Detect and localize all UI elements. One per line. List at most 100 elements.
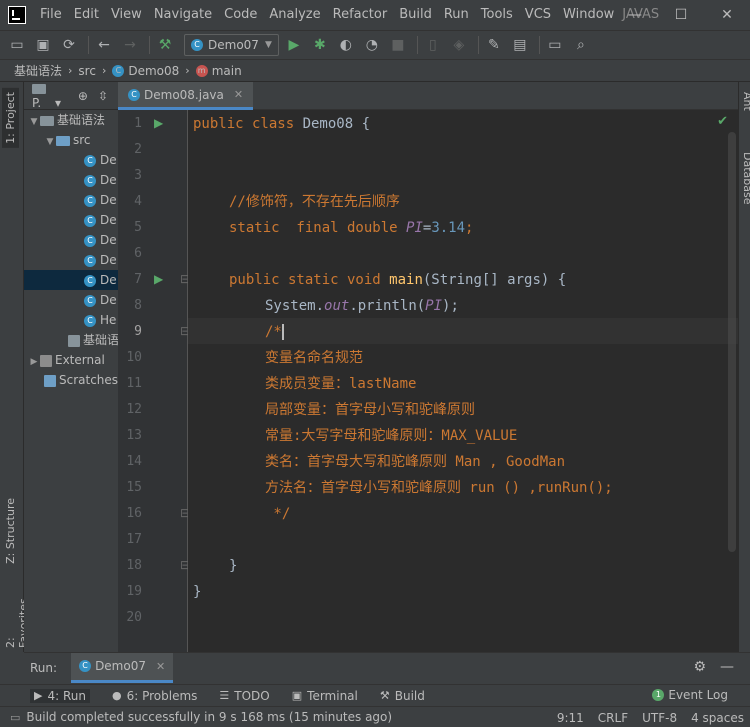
status-bar: ▭ Build completed successfully in 9 s 16… [0, 706, 750, 727]
tree-item-module[interactable]: ▼ 基础语法 [24, 110, 118, 130]
save-icon[interactable]: ▣ [32, 34, 54, 56]
code-line-15: 方法名：首字母小写和驼峰原则 run () ,runRun(); [265, 480, 613, 496]
menu-refactor[interactable]: Refactor [327, 0, 394, 30]
expand-arrow-icon[interactable]: ▼ [44, 132, 56, 152]
line-number-current: 9 [134, 324, 142, 339]
menu-run[interactable]: Run [438, 0, 475, 30]
tree-item-scratches[interactable]: Scratches [24, 370, 118, 390]
code-line-5: static final double PI=3.14; [229, 220, 474, 236]
sync-icon[interactable]: ⟳ [58, 34, 80, 56]
database-tool-tab[interactable]: Database [739, 148, 750, 209]
inspection-ok-icon[interactable]: ✔ [717, 114, 728, 129]
status-message[interactable]: Build completed successfully in 9 s 168 … [26, 710, 392, 724]
tree-item-file[interactable]: C De [24, 150, 118, 170]
coverage-icon[interactable]: ◐ [335, 34, 357, 56]
tool-tab-problems[interactable]: ● 6: Problems [112, 689, 197, 703]
breadcrumb-src[interactable]: src [78, 64, 96, 78]
run-gutter-icon[interactable]: ▶ [154, 116, 163, 130]
close-button[interactable]: ✕ [704, 0, 750, 30]
code-line-10: 变量名命名规范 [265, 350, 363, 366]
gear-icon[interactable]: ⚙ [693, 659, 706, 675]
run-label: Run: [30, 660, 58, 675]
open-folder-icon[interactable]: ▭ [6, 34, 28, 56]
tree-item-file-selected[interactable]: C De [24, 270, 118, 290]
project-structure-icon[interactable]: ▤ [509, 34, 531, 56]
breadcrumb-method[interactable]: main [212, 64, 242, 78]
tree-item-file[interactable]: C De [24, 190, 118, 210]
debug-bug-icon[interactable]: ✱ [309, 34, 331, 56]
tree-item-file[interactable]: C He [24, 310, 118, 330]
maximize-button[interactable]: ☐ [658, 0, 704, 30]
class-icon: C [112, 64, 125, 77]
run-configuration-select[interactable]: C Demo07 ▼ [184, 34, 279, 56]
tasks-icon[interactable]: ◈ [448, 34, 470, 56]
editor-tab-label: Demo08.java [144, 87, 224, 102]
collapse-arrow-icon[interactable]: ▶ [28, 352, 40, 372]
editor-tab-bar: C Demo08.java ✕ [118, 82, 738, 110]
tree-item-file[interactable]: C De [24, 210, 118, 230]
back-arrow-icon[interactable]: ← [93, 34, 115, 56]
tool-tab-terminal[interactable]: ▣ Terminal [292, 689, 358, 703]
profile-icon[interactable]: ◔ [361, 34, 383, 56]
run-icon[interactable]: ▶ [283, 34, 305, 56]
editor-tab-demo08[interactable]: C Demo08.java ✕ [118, 82, 254, 110]
breadcrumb-module[interactable]: 基础语法 [14, 62, 62, 79]
close-tab-icon[interactable]: ✕ [156, 660, 165, 673]
attach-icon[interactable]: ▯ [422, 34, 444, 56]
code-editor[interactable]: public class Demo08 { //修饰符，不存在先后顺序 stat… [188, 110, 738, 652]
menu-tools[interactable]: Tools [475, 0, 519, 30]
tree-item-file[interactable]: C De [24, 230, 118, 250]
indent-setting[interactable]: 4 spaces [691, 711, 744, 725]
tool-tab-build[interactable]: ⚒ Build [380, 689, 425, 703]
caret-position[interactable]: 9:11 [557, 711, 584, 725]
menu-window[interactable]: Window [557, 0, 620, 30]
tree-item-src[interactable]: ▼ src [24, 130, 118, 150]
menu-analyze[interactable]: Analyze [263, 0, 326, 30]
menu-file[interactable]: File [34, 0, 68, 30]
menu-navigate[interactable]: Navigate [148, 0, 218, 30]
collapse-icon[interactable]: ⇳ [98, 89, 108, 103]
library-icon [40, 354, 52, 367]
main-menu: File Edit View Navigate Code Analyze Ref… [34, 0, 620, 30]
menu-view[interactable]: View [105, 0, 148, 30]
project-view-select[interactable]: P. ▾ [32, 82, 68, 110]
status-window-icon[interactable]: ▭ [10, 711, 20, 724]
build-hammer-icon[interactable]: ⚒ [154, 34, 176, 56]
run-tab-demo07[interactable]: C Demo07 ✕ [71, 652, 174, 683]
tree-item-file[interactable]: C De [24, 170, 118, 190]
minimize-button[interactable]: — [612, 0, 658, 30]
event-log-tab[interactable]: 1 Event Log [652, 688, 728, 702]
minimize-panel-icon[interactable]: — [720, 659, 734, 675]
tree-item-external-libraries[interactable]: ▶ External [24, 350, 118, 370]
menu-code[interactable]: Code [218, 0, 263, 30]
run-gutter-icon[interactable]: ▶ [154, 272, 163, 286]
left-tool-strip: 1: Project Z: Structure 2: Favorites [0, 82, 30, 652]
tree-item-file[interactable]: C De [24, 290, 118, 310]
structure-tool-tab[interactable]: Z: Structure [2, 494, 19, 568]
terminal-window-icon[interactable]: ▭ [544, 34, 566, 56]
breadcrumb-class[interactable]: Demo08 [128, 64, 179, 78]
vertical-scrollbar[interactable] [728, 132, 736, 552]
ant-tool-tab[interactable]: Ant [739, 88, 750, 115]
menu-vcs[interactable]: VCS [519, 0, 557, 30]
stop-icon[interactable]: ■ [387, 34, 409, 56]
tree-item-file[interactable]: C De [24, 250, 118, 270]
line-separator[interactable]: CRLF [598, 711, 628, 725]
menu-edit[interactable]: Edit [68, 0, 105, 30]
file-encoding[interactable]: UTF-8 [642, 711, 677, 725]
menu-build[interactable]: Build [393, 0, 438, 30]
search-icon[interactable]: ⌕ [570, 34, 592, 56]
forward-arrow-icon[interactable]: → [119, 34, 141, 56]
close-tab-icon[interactable]: ✕ [234, 88, 243, 101]
line-number: 15 [126, 480, 142, 495]
line-number: 20 [126, 610, 142, 625]
expand-arrow-icon[interactable]: ▼ [28, 112, 40, 132]
tool-tab-run[interactable]: ▶ 4: Run [30, 688, 90, 703]
project-tool-tab[interactable]: 1: Project [2, 88, 19, 148]
tool-tab-todo[interactable]: ☰ TODO [219, 689, 269, 703]
project-panel-header: P. ▾ ⊕ ⇳ [24, 82, 118, 110]
tree-item-iml[interactable]: 基础语 [24, 330, 118, 350]
locate-icon[interactable]: ⊕ [78, 89, 88, 103]
wrench-icon[interactable]: ✎ [483, 34, 505, 56]
bottom-tool-tabs: ▶ 4: Run ● 6: Problems ☰ TODO ▣ Terminal ⚒ Bu… [0, 684, 750, 706]
